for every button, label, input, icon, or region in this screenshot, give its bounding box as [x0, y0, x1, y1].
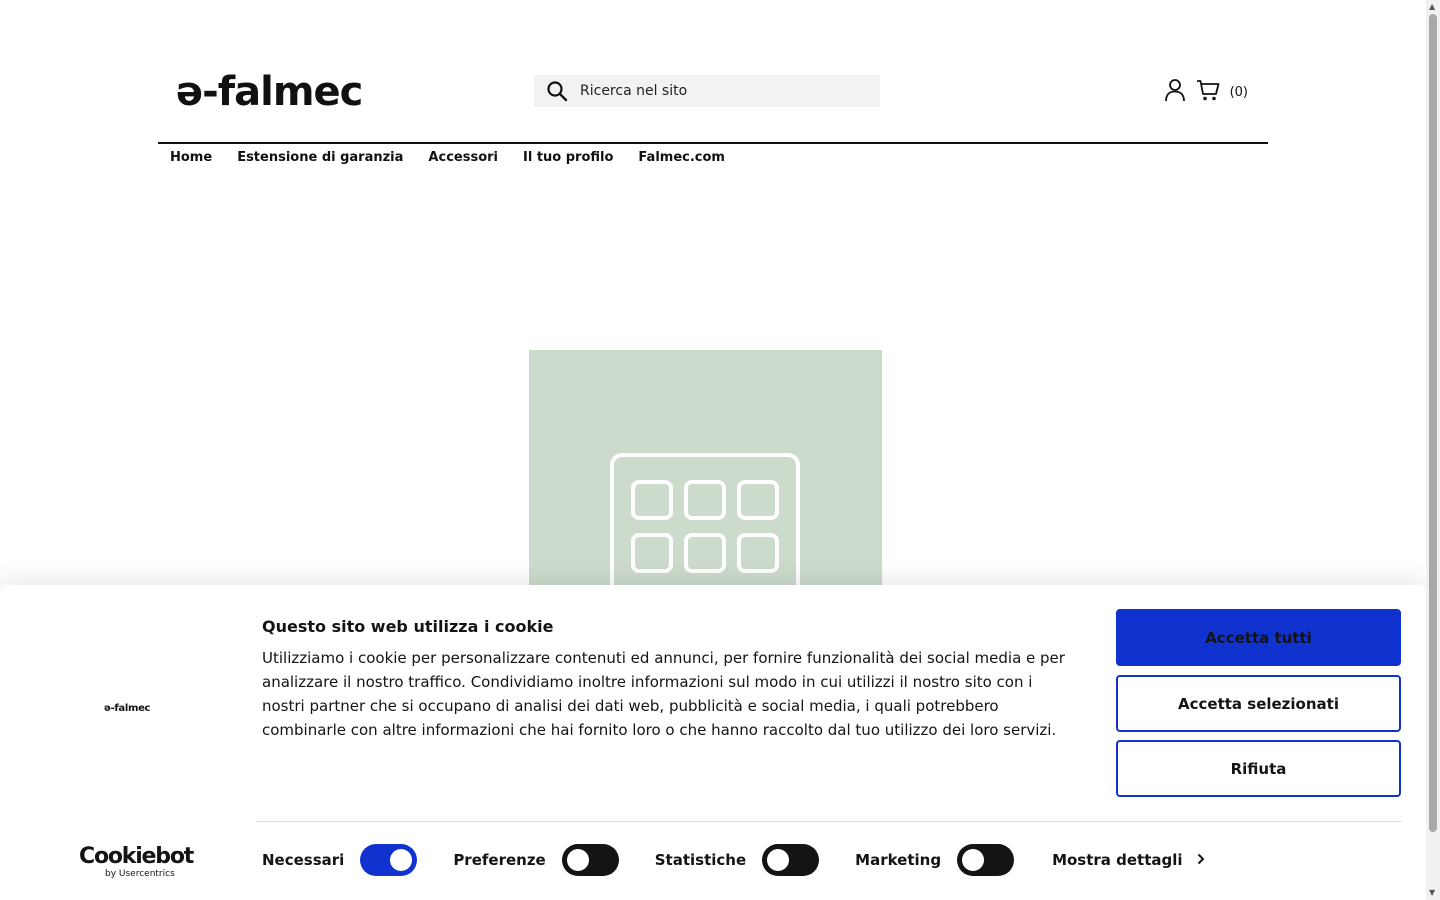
- cookiebot-logo-subtext: by Usercentrics: [105, 869, 175, 879]
- site-header: ə-falmec (0): [158, 60, 1268, 144]
- main-nav: Home Estensione di garanzia Accessori Il…: [158, 148, 1268, 168]
- toggle-necessary[interactable]: [360, 844, 418, 876]
- scrollbar-thumb[interactable]: [1429, 14, 1437, 832]
- user-account-icon[interactable]: [1164, 78, 1186, 106]
- toggle-group-statistics: Statistiche: [654, 844, 820, 876]
- cookiebot-logo-text: Cookiebot: [79, 844, 194, 869]
- search-bar[interactable]: [534, 75, 880, 107]
- cart-icon[interactable]: [1196, 78, 1220, 106]
- hero-image: [529, 350, 882, 590]
- toggle-group-necessary: Necessari: [262, 844, 418, 876]
- toggle-statistics[interactable]: [762, 844, 820, 876]
- toggle-label-necessary: Necessari: [262, 851, 345, 869]
- cookie-banner-text: Utilizziamo i cookie per personalizzare …: [262, 649, 1065, 739]
- toggle-knob: [390, 849, 413, 871]
- toggle-marketing[interactable]: [957, 844, 1015, 876]
- cookie-banner-divider: [256, 821, 1402, 822]
- scroll-down-arrow-icon[interactable]: ▼: [1429, 889, 1435, 897]
- toggle-knob: [566, 849, 589, 871]
- nav-item-profile[interactable]: Il tuo profilo: [523, 148, 613, 168]
- grid-device-icon: [610, 453, 800, 590]
- scroll-up-arrow-icon[interactable]: ▲: [1429, 3, 1435, 11]
- reject-button[interactable]: Rifiuta: [1116, 740, 1401, 797]
- toggle-label-preferences: Preferenze: [453, 851, 546, 869]
- toggle-group-marketing: Marketing: [855, 844, 1015, 876]
- cookie-banner: ə-falmec Questo sito web utilizza i cook…: [0, 585, 1426, 900]
- nav-item-accessories[interactable]: Accessori: [428, 148, 498, 168]
- cookiebot-logo[interactable]: Cookiebot by Usercentrics: [79, 844, 194, 880]
- toggle-knob: [962, 849, 985, 871]
- search-input[interactable]: [580, 83, 870, 99]
- toggle-label-statistics: Statistiche: [654, 851, 747, 869]
- site-logo[interactable]: ə-falmec: [176, 70, 363, 114]
- cart-count[interactable]: (0): [1230, 85, 1248, 100]
- nav-item-falmec-com[interactable]: Falmec.com: [638, 148, 725, 168]
- search-icon[interactable]: [534, 80, 580, 102]
- toggle-knob: [767, 849, 790, 871]
- toggle-label-marketing: Marketing: [855, 851, 942, 869]
- nav-item-warranty-extension[interactable]: Estensione di garanzia: [237, 148, 403, 168]
- page-scrollbar[interactable]: ▲ ▼: [1426, 0, 1440, 900]
- cookie-consent-toggles: Necessari Preferenze Statistiche Marketi…: [262, 843, 1205, 877]
- cookie-banner-logo: ə-falmec: [104, 703, 151, 714]
- cookie-banner-title: Questo sito web utilizza i cookie: [262, 617, 554, 636]
- toggle-preferences[interactable]: [561, 844, 619, 876]
- header-actions: (0): [1164, 78, 1248, 106]
- toggle-group-preferences: Preferenze: [453, 844, 619, 876]
- show-details-link[interactable]: Mostra dettagli: [1052, 851, 1204, 869]
- accept-selected-button[interactable]: Accetta selezionati: [1116, 675, 1401, 732]
- show-details-label: Mostra dettagli: [1052, 851, 1183, 869]
- chevron-right-icon: [1197, 851, 1205, 869]
- nav-item-home[interactable]: Home: [170, 148, 212, 168]
- accept-all-button[interactable]: Accetta tutti: [1116, 609, 1401, 666]
